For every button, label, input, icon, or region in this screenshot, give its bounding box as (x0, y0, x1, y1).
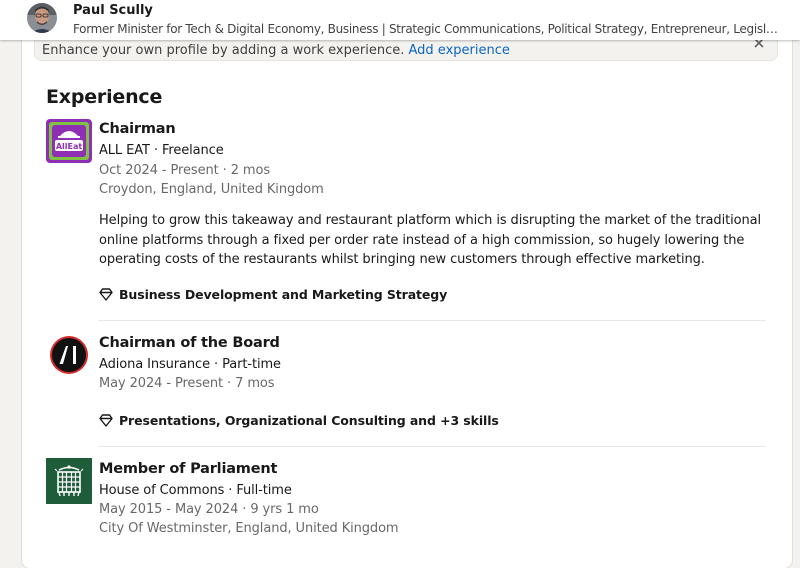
adiona-logo[interactable] (50, 336, 88, 374)
divider (98, 446, 766, 447)
portcullis-logo[interactable] (46, 458, 92, 504)
diamond-icon (99, 414, 113, 430)
exp-company[interactable]: Adiona Insurance · Part-time (99, 357, 281, 372)
exp-title[interactable]: Member of Parliament (99, 461, 277, 477)
diamond-icon (99, 288, 113, 304)
experience-card: Enhance your own profile by adding a wor… (22, 8, 792, 568)
add-experience-link[interactable]: Add experience (409, 43, 510, 58)
exp-dates: May 2024 - Present · 7 mos (99, 376, 275, 391)
avatar[interactable] (27, 3, 57, 33)
exp-dates: Oct 2024 - Present · 2 mos (99, 163, 271, 178)
banner-text: Enhance your own profile by adding a wor… (42, 43, 510, 58)
exp-location: Croydon, England, United Kingdom (99, 182, 324, 197)
skills-text: Presentations, Organizational Consulting… (119, 413, 499, 428)
exp-description: Helping to grow this takeaway and restau… (99, 213, 761, 267)
alleat-logo[interactable]: AllEat (46, 119, 92, 165)
skills-text: Business Development and Marketing Strat… (119, 287, 448, 302)
exp-title[interactable]: Chairman of the Board (99, 335, 280, 351)
banner-message: Enhance your own profile by adding a wor… (42, 43, 405, 58)
exp-company[interactable]: House of Commons · Full-time (99, 483, 292, 498)
exp-title[interactable]: Chairman (99, 121, 176, 137)
section-title: Experience (46, 86, 163, 108)
exp-company[interactable]: ALL EAT · Freelance (99, 143, 224, 158)
sticky-profile-header: Paul Scully Former Minister for Tech & D… (0, 0, 800, 40)
divider (98, 320, 766, 321)
profile-headline: Former Minister for Tech & Digital Econo… (73, 22, 778, 36)
exp-dates: May 2015 - May 2024 · 9 yrs 1 mo (99, 502, 319, 517)
profile-name[interactable]: Paul Scully (73, 3, 153, 18)
exp-skills[interactable]: Presentations, Organizational Consulting… (99, 413, 499, 430)
exp-location: City Of Westminster, England, United Kin… (99, 521, 399, 536)
exp-skills[interactable]: Business Development and Marketing Strat… (99, 287, 447, 304)
svg-text:AllEat: AllEat (56, 142, 83, 151)
